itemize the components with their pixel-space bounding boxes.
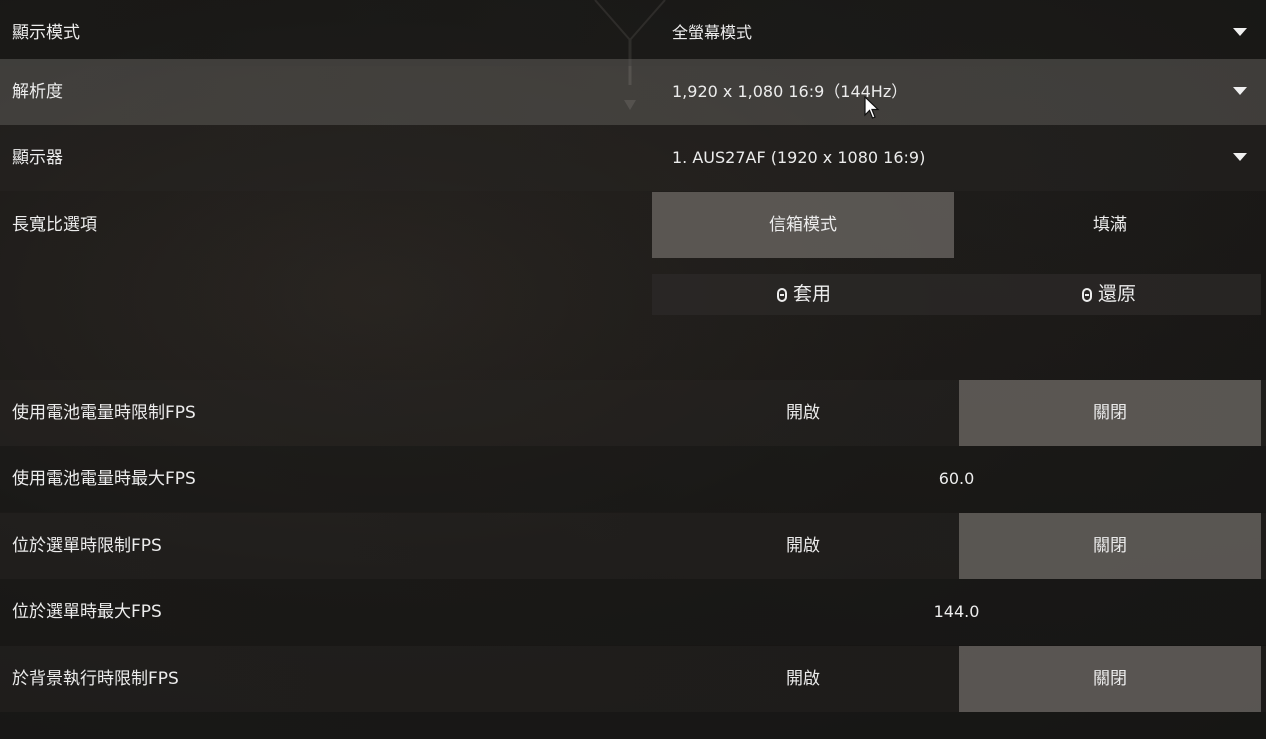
background-fps-limit-off[interactable]: 關閉 bbox=[959, 646, 1261, 712]
battery-fps-limit-off[interactable]: 關閉 bbox=[959, 380, 1261, 446]
battery-fps-limit-label: 使用電池電量時限制FPS bbox=[12, 403, 196, 423]
display-mode-label: 顯示模式 bbox=[12, 23, 80, 43]
aspect-ratio-label: 長寬比選項 bbox=[12, 215, 97, 235]
battery-fps-limit-row: 使用電池電量時限制FPS 開啟 關閉 bbox=[0, 380, 1266, 446]
key-icon bbox=[1081, 288, 1092, 302]
background-fps-limit-on[interactable]: 開啟 bbox=[652, 646, 954, 712]
display-mode-select[interactable]: 全螢幕模式 bbox=[672, 0, 752, 66]
display-mode-row[interactable]: 顯示模式 全螢幕模式 bbox=[0, 0, 1266, 66]
resolution-label: 解析度 bbox=[12, 82, 63, 102]
aspect-ratio-row: 長寬比選項 信箱模式 填滿 bbox=[0, 192, 1266, 258]
background-fps-limit-row: 於背景執行時限制FPS 開啟 關閉 bbox=[0, 646, 1266, 712]
apply-button-label: 套用 bbox=[792, 283, 831, 305]
mouse-cursor-icon bbox=[864, 96, 880, 119]
battery-max-fps-label: 使用電池電量時最大FPS bbox=[12, 469, 196, 489]
battery-fps-limit-on[interactable]: 開啟 bbox=[652, 380, 954, 446]
menu-fps-limit-on[interactable]: 開啟 bbox=[652, 513, 954, 579]
menu-fps-limit-label: 位於選單時限制FPS bbox=[12, 536, 162, 556]
battery-max-fps-value[interactable]: 60.0 bbox=[652, 446, 1261, 512]
menu-fps-limit-off[interactable]: 關閉 bbox=[959, 513, 1261, 579]
background-fps-limit-label: 於背景執行時限制FPS bbox=[12, 669, 179, 689]
chevron-down-icon[interactable] bbox=[1233, 87, 1247, 95]
menu-max-fps-row[interactable]: 位於選單時最大FPS 144.0 bbox=[0, 579, 1266, 645]
battery-max-fps-row[interactable]: 使用電池電量時最大FPS 60.0 bbox=[0, 446, 1266, 512]
menu-max-fps-value[interactable]: 144.0 bbox=[652, 579, 1261, 645]
monitor-select[interactable]: 1. AUS27AF (1920 x 1080 16:9) bbox=[672, 125, 925, 191]
apply-revert-bar: 套用 還原 bbox=[652, 274, 1261, 315]
menu-fps-limit-row: 位於選單時限制FPS 開啟 關閉 bbox=[0, 513, 1266, 579]
resolution-row[interactable]: 解析度 1,920 x 1,080 16:9（144Hz） bbox=[0, 59, 1266, 125]
apply-button[interactable]: 套用 bbox=[652, 274, 956, 315]
chevron-down-icon[interactable] bbox=[1233, 28, 1247, 36]
key-icon bbox=[776, 288, 787, 302]
aspect-fill-option[interactable]: 填滿 bbox=[959, 192, 1261, 258]
chevron-down-icon[interactable] bbox=[1233, 153, 1247, 161]
monitor-label: 顯示器 bbox=[12, 148, 63, 168]
aspect-letterbox-option[interactable]: 信箱模式 bbox=[652, 192, 954, 258]
background-max-fps-row-partial bbox=[0, 712, 1266, 739]
revert-button[interactable]: 還原 bbox=[957, 274, 1261, 315]
menu-max-fps-label: 位於選單時最大FPS bbox=[12, 602, 162, 622]
monitor-row[interactable]: 顯示器 1. AUS27AF (1920 x 1080 16:9) bbox=[0, 125, 1266, 191]
revert-button-label: 還原 bbox=[1097, 283, 1136, 305]
